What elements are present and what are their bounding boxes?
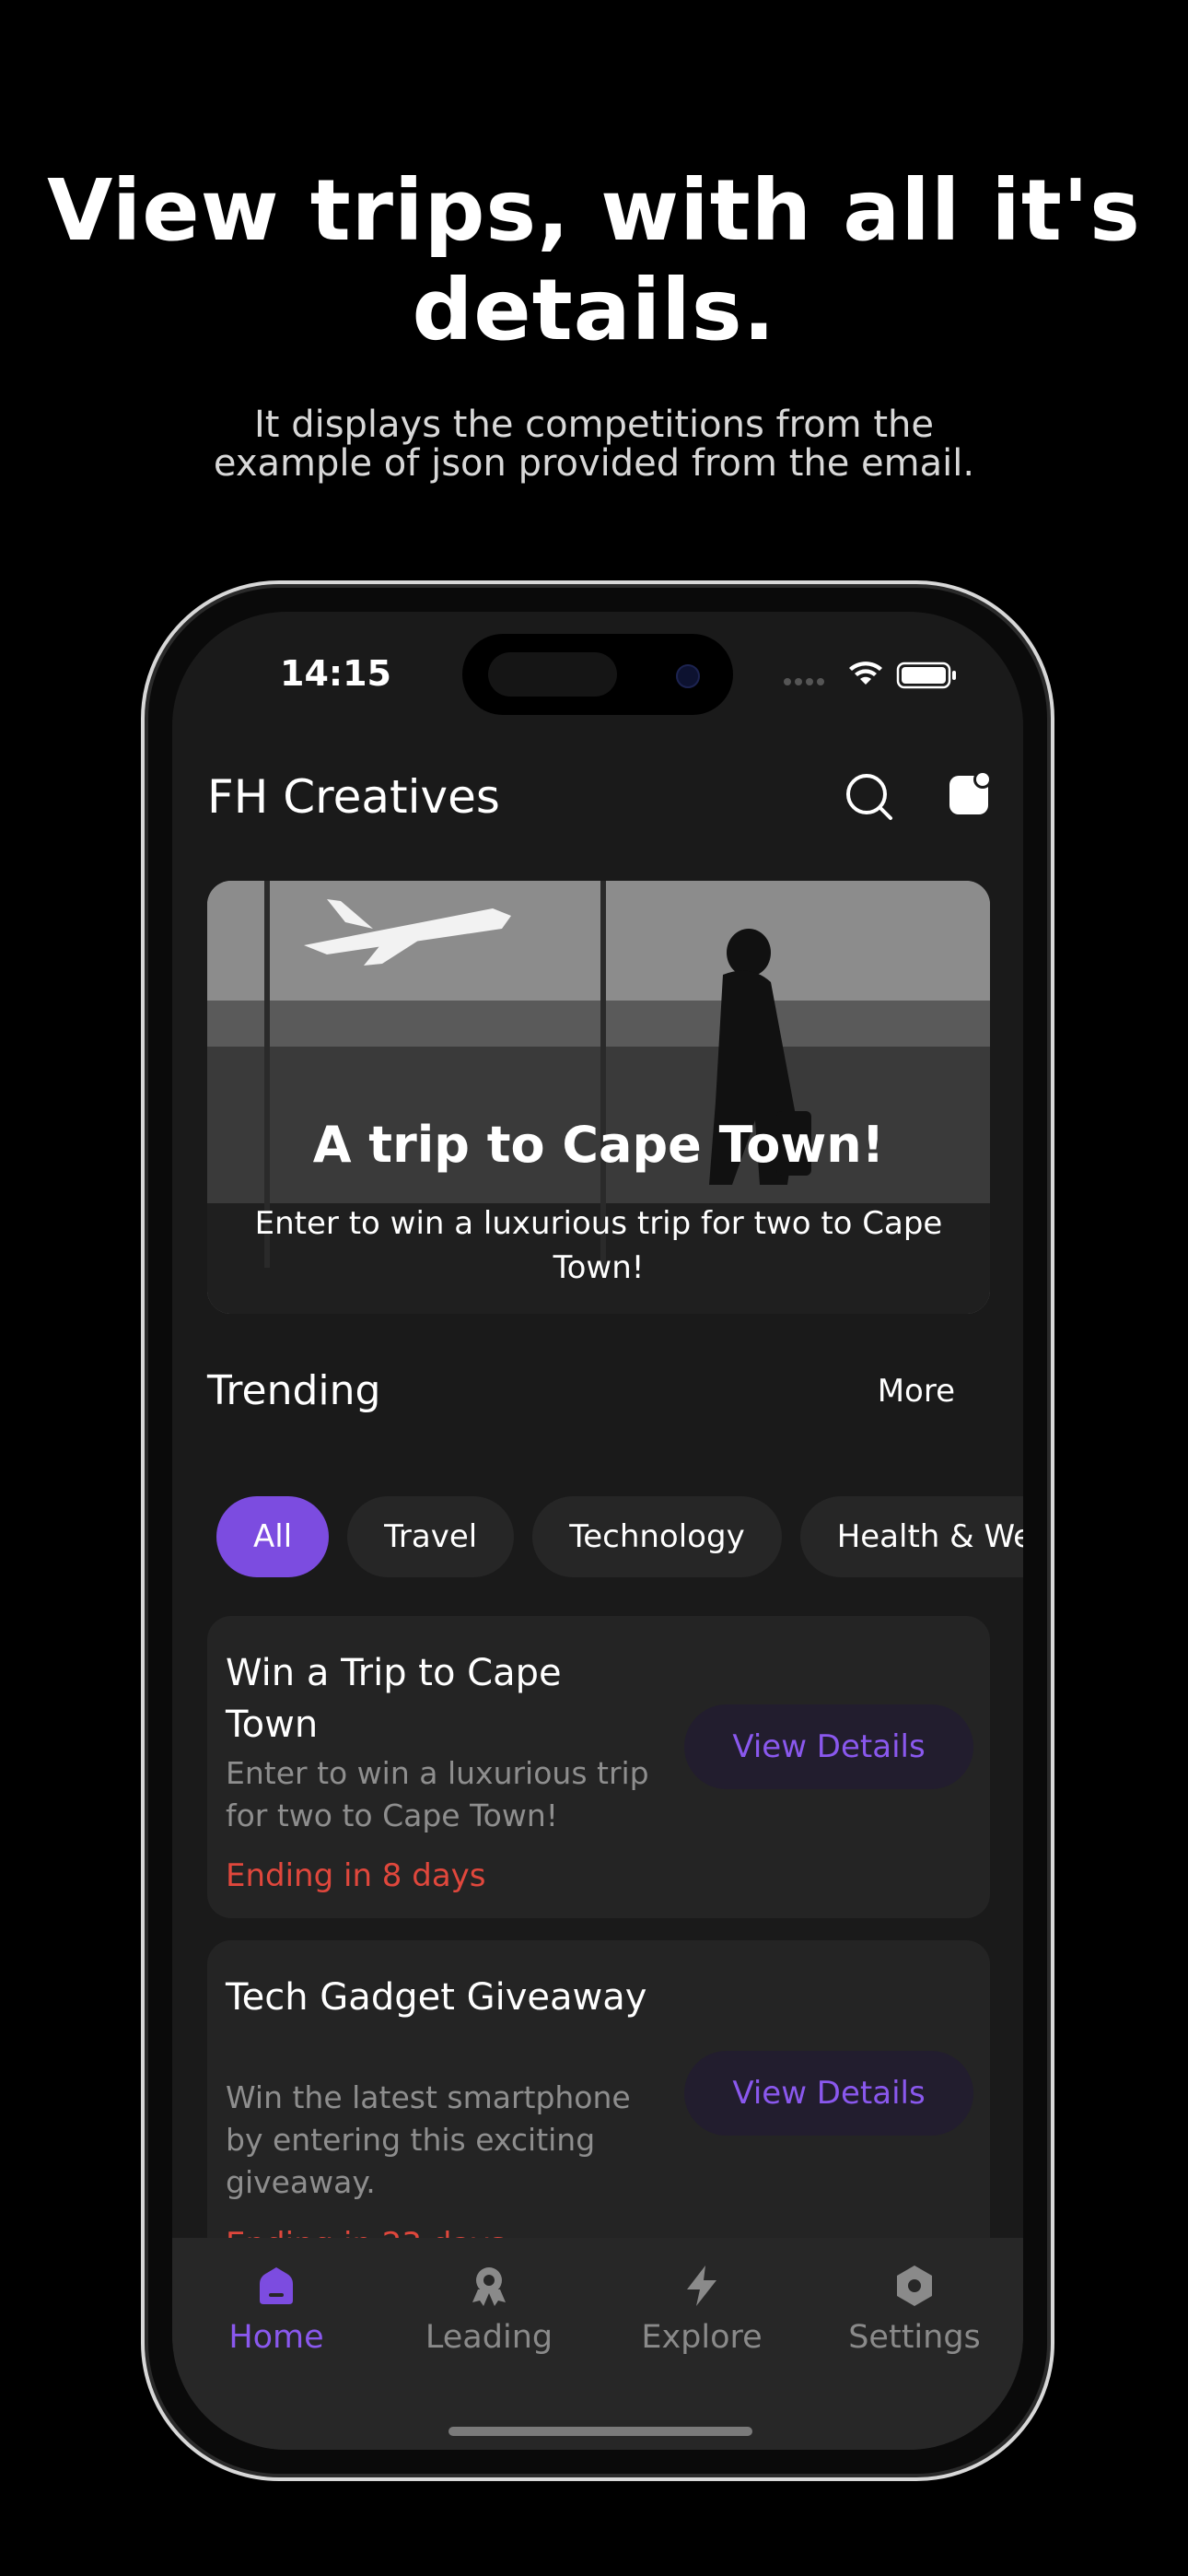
bottom-tab-bar: Home Leading Explore Settings	[172, 2238, 1023, 2450]
search-icon[interactable]	[843, 770, 896, 824]
category-chips: All Travel Technology Health & We	[216, 1496, 1023, 1579]
tab-label: Settings	[848, 2319, 981, 2356]
card-ending: Ending in 8 days	[226, 1857, 486, 1894]
bolt-icon	[687, 2266, 716, 2306]
tab-home[interactable]: Home	[184, 2264, 368, 2356]
app-title: FH Creatives	[207, 770, 500, 824]
chip-technology[interactable]: Technology	[532, 1496, 782, 1577]
tab-label: Home	[228, 2319, 324, 2356]
section-title: Trending	[207, 1367, 381, 1414]
view-details-button[interactable]: View Details	[684, 2051, 973, 2136]
banner-title: A trip to Cape Town!	[312, 1116, 885, 1174]
award-icon	[472, 2267, 506, 2306]
card-description: Win the latest smartphone by entering th…	[226, 2079, 631, 2200]
status-bar: 14:15	[172, 612, 1023, 722]
more-link[interactable]: More	[878, 1373, 955, 1410]
tab-leading[interactable]: Leading	[397, 2264, 581, 2356]
home-indicator	[448, 2427, 752, 2436]
app-bar: FH Creatives	[207, 761, 992, 835]
marketing-subline: It displays the competitions from the ex…	[213, 404, 975, 485]
wifi-icon	[849, 662, 882, 685]
card-description: Enter to win a luxurious trip for two to…	[226, 1755, 649, 1833]
chip-health[interactable]: Health & We	[799, 1496, 1023, 1577]
signal-icon	[784, 678, 824, 685]
island-pill	[488, 652, 617, 697]
app-screen: 14:15 FH Creatives A trip to Cape Town! …	[172, 612, 1023, 2450]
tab-explore[interactable]: Explore	[610, 2264, 794, 2356]
dynamic-island	[462, 634, 733, 715]
marketing-headline: View trips, with all it's details.	[47, 161, 1141, 359]
card-title: Tech Gadget Giveaway	[226, 1976, 647, 2019]
settings-icon	[897, 2266, 932, 2306]
camera-icon	[676, 664, 700, 688]
chip-all[interactable]: All	[216, 1496, 330, 1577]
chip-travel[interactable]: Travel	[347, 1496, 515, 1577]
battery-icon	[896, 662, 956, 689]
featured-banner[interactable]: A trip to Cape Town! Enter to win a luxu…	[207, 881, 990, 1314]
competition-card[interactable]: Win a Trip to Cape Town Enter to win a l…	[207, 1616, 990, 1918]
home-icon	[260, 2267, 293, 2304]
phone-frame: 14:15 FH Creatives A trip to Cape Town! …	[141, 580, 1054, 2481]
banner-subtitle: Enter to win a luxurious trip for two to…	[254, 1205, 943, 1286]
trending-header: Trending More	[207, 1360, 990, 1424]
tab-settings[interactable]: Settings	[822, 2264, 1007, 2356]
status-icons	[784, 662, 956, 689]
card-title: Win a Trip to Cape Town	[226, 1652, 562, 1746]
notification-icon[interactable]	[946, 770, 994, 818]
competition-card[interactable]: Tech Gadget Giveaway Win the latest smar…	[207, 1940, 990, 2272]
tab-label: Leading	[425, 2319, 553, 2356]
status-time: 14:15	[280, 653, 391, 694]
view-details-button[interactable]: View Details	[684, 1704, 973, 1789]
tab-label: Explore	[641, 2319, 763, 2356]
